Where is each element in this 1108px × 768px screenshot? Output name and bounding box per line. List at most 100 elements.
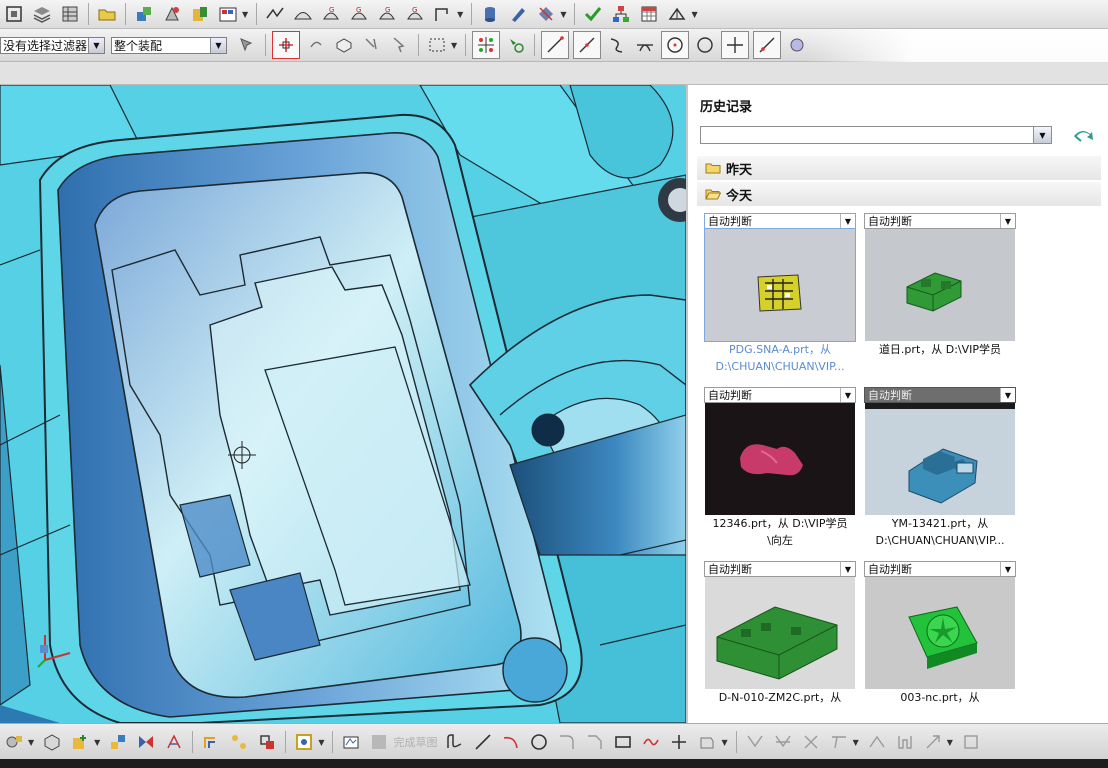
snap-circle-icon[interactable] [693,33,717,57]
snap-center-button[interactable] [661,31,690,59]
finish-view-icon[interactable] [292,730,316,754]
chevron-down-icon[interactable]: ▼ [242,10,248,19]
load-mode-select[interactable]: 自动判断 ▼ [864,213,1016,229]
load-mode-select[interactable]: 自动判断 ▼ [864,387,1016,403]
chevron-down-icon[interactable]: ▼ [721,738,727,747]
load-mode-select[interactable]: 自动判断 ▼ [704,561,856,577]
load-mode-select[interactable]: 自动判断 ▼ [704,213,856,229]
chevron-down-icon[interactable]: ▼ [840,388,855,402]
assembly-icon[interactable] [132,2,156,26]
quick-extend-icon[interactable] [771,730,795,754]
chevron-down-icon[interactable]: ▼ [853,738,859,747]
chevron-down-icon[interactable]: ▼ [318,738,324,747]
snap-intersection-button[interactable] [721,31,750,59]
geometry-h2-icon[interactable]: G [403,2,427,26]
offset-curve-icon[interactable] [695,730,719,754]
open-icon[interactable] [95,2,119,26]
part-nav-icon[interactable] [665,2,689,26]
general-select-icon[interactable] [235,33,259,57]
graphics-window[interactable] [0,85,686,723]
chevron-down-icon[interactable]: ▼ [457,10,463,19]
history-card[interactable]: 自动判断 ▼ 道日.prt，从 D:\VIP学员 [864,213,1016,377]
transform-icon[interactable] [106,730,130,754]
constraint-icon[interactable] [827,730,851,754]
feature-select-icon[interactable] [360,33,384,57]
rectangle-icon[interactable] [611,730,635,754]
snap-endpoint-button[interactable] [472,31,501,59]
history-group-yesterday[interactable]: 昨天 [697,156,1101,180]
polygon-icon[interactable] [639,730,663,754]
quick-trim-icon[interactable] [743,730,767,754]
sketch-name-icon[interactable] [339,730,363,754]
back-arrow-icon[interactable] [1072,127,1094,145]
view-orient-icon[interactable] [2,2,26,26]
structure-icon[interactable] [609,2,633,26]
line-icon[interactable] [471,730,495,754]
profile-icon[interactable] [443,730,467,754]
part-thumbnail[interactable] [865,577,1015,689]
snap-midpoint-button[interactable] [573,31,602,59]
body-icon[interactable] [40,730,64,754]
snap-curve-icon[interactable] [605,33,629,57]
snap-point-button[interactable] [272,31,300,59]
snap-on-face-icon[interactable] [785,33,809,57]
geometry-g-icon[interactable]: G [319,2,343,26]
spreadsheet-icon[interactable] [637,2,661,26]
part-thumbnail[interactable] [705,403,855,515]
show-constraints-icon[interactable] [921,730,945,754]
pattern-icon[interactable] [162,730,186,754]
rename-icon[interactable] [506,2,530,26]
add-component-icon[interactable] [188,2,212,26]
load-mode-select[interactable]: 自动判断 ▼ [704,387,856,403]
history-card[interactable]: 自动判断 ▼ PDG.SNA-A.prt，从 D:\CHUAN\CHUAN\VIP… [704,213,856,377]
chevron-down-icon[interactable]: ▼ [840,214,855,228]
history-filter-select[interactable]: ▼ [700,126,1052,144]
circle-icon[interactable] [527,730,551,754]
undo-select-icon[interactable] [304,33,328,57]
part-thumbnail[interactable] [705,577,855,689]
rectangle-select-icon[interactable] [425,33,449,57]
chevron-down-icon[interactable]: ▼ [840,562,855,576]
layer-settings-icon[interactable] [58,2,82,26]
chevron-down-icon[interactable]: ▼ [1000,562,1015,576]
chevron-down-icon[interactable]: ▼ [94,738,100,747]
sketch-icon[interactable] [263,2,287,26]
chevron-down-icon[interactable]: ▼ [947,738,953,747]
mirror-icon[interactable] [134,730,158,754]
selection-scope-select[interactable]: 整个装配 ▼ [111,36,227,54]
chevron-down-icon[interactable]: ▼ [88,37,104,53]
snap-settings-icon[interactable] [504,33,528,57]
geometry-h-icon[interactable]: G [347,2,371,26]
analysis-icon[interactable] [534,2,558,26]
history-group-today[interactable]: 今天 [697,182,1101,206]
chamfer-icon[interactable] [583,730,607,754]
fillet-icon[interactable] [555,730,579,754]
chevron-down-icon[interactable]: ▼ [560,10,566,19]
more-tools-icon[interactable] [959,730,983,754]
history-card[interactable]: 自动判断 ▼ 003-nc.prt，从 [864,561,1016,725]
auto-constrain-icon[interactable] [893,730,917,754]
chevron-down-icon[interactable]: ▼ [210,37,226,53]
database-icon[interactable] [478,2,502,26]
part-thumbnail[interactable] [865,403,1015,515]
point-icon[interactable] [667,730,691,754]
chevron-down-icon[interactable]: ▼ [451,41,457,50]
component-icon[interactable] [160,2,184,26]
part-thumbnail[interactable] [865,229,1015,341]
route-icon[interactable] [431,2,455,26]
format-icon[interactable] [216,2,240,26]
history-card[interactable]: 自动判断 ▼ YM-13421.prt，从 D:\CHUAN\CHUAN\VIP.… [864,387,1016,551]
snap-tangent-icon[interactable] [633,33,657,57]
surface-icon[interactable] [291,2,315,26]
history-card[interactable]: 自动判断 ▼ 12346.prt，从 D:\VIP学员 \向左 [704,387,856,551]
component-select-icon[interactable] [388,33,412,57]
add-feature-icon[interactable] [68,730,92,754]
finish-sketch-flag-icon[interactable] [367,730,391,754]
box-select-icon[interactable] [332,33,356,57]
type-filter-select[interactable]: 没有选择过滤器 ▼ [0,36,105,54]
chevron-down-icon[interactable]: ▼ [28,738,34,747]
chevron-down-icon[interactable]: ▼ [1000,388,1015,402]
offset-icon[interactable] [199,730,223,754]
chevron-down-icon[interactable]: ▼ [1033,127,1051,143]
arc-icon[interactable] [499,730,523,754]
